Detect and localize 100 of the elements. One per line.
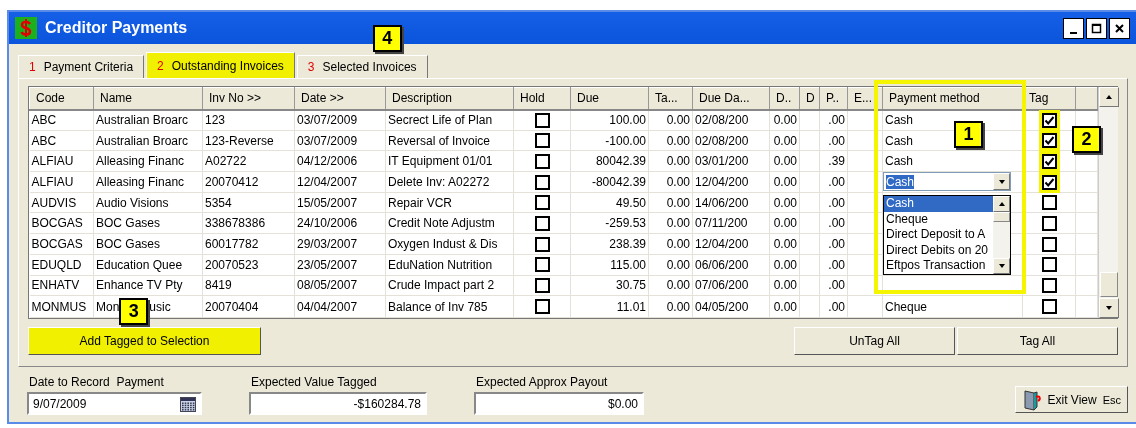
checkbox[interactable] [534, 195, 550, 211]
checkbox[interactable] [534, 257, 550, 273]
amount-field[interactable]: $0.00 [474, 392, 644, 415]
calendar-icon[interactable] [180, 395, 196, 412]
checkbox[interactable] [1041, 278, 1057, 293]
column-header[interactable]: Ta... [648, 87, 693, 110]
checkbox[interactable] [1041, 236, 1057, 252]
scroll-thumb[interactable] [993, 212, 1010, 223]
date-cell: 24/10/2006 [297, 216, 358, 231]
due-date-cell: 04/05/200 [695, 299, 749, 314]
amount-field[interactable]: -$160284.78 [249, 392, 427, 415]
code-cell: AUDVIS [31, 195, 77, 210]
due-cell: -80042.39 [591, 174, 646, 189]
close-button[interactable] [1109, 17, 1130, 39]
invoice-number-cell: 20070523 [205, 257, 259, 272]
column-header[interactable]: Due [570, 87, 649, 110]
checkbox[interactable] [1041, 299, 1057, 315]
tab[interactable]: 1 Payment Criteria [18, 55, 145, 78]
checkbox[interactable] [1041, 174, 1057, 190]
checkbox[interactable] [1041, 195, 1057, 211]
due-date-cell: 02/08/200 [695, 113, 749, 128]
column-header[interactable]: Payment method [882, 87, 1023, 110]
column-header[interactable]: Hold [513, 87, 571, 110]
column-header[interactable]: D [799, 87, 820, 110]
due-cell: 30.75 [615, 278, 646, 293]
dropdown-button[interactable] [993, 173, 1010, 191]
due-date-cell: 07/06/200 [695, 278, 749, 293]
amount-cell: 0.00 [773, 195, 797, 210]
tab[interactable]: 2 Outstanding Invoices [146, 52, 295, 78]
amount-cell: .00 [828, 133, 845, 148]
payment-method-cell: Cash [885, 154, 913, 169]
checkbox[interactable] [1041, 215, 1057, 231]
invoice-number-cell: 60017782 [205, 236, 259, 251]
minimize-button[interactable] [1063, 17, 1084, 39]
dropdown-option[interactable]: Cheque [884, 211, 993, 228]
due-date-cell: 12/04/200 [695, 236, 749, 251]
add-tagged-button[interactable]: Add Tagged to Selection [28, 327, 261, 355]
checkbox[interactable] [1041, 133, 1057, 149]
column-header[interactable]: P.. [819, 87, 848, 110]
exit-view-button[interactable]: Exit View Esc [1014, 386, 1128, 413]
invoice-number-cell: 338678386 [205, 216, 266, 231]
due-cell: 49.50 [615, 195, 646, 210]
tag-all-button[interactable]: Tag All [957, 327, 1118, 355]
checkbox[interactable] [534, 236, 550, 252]
amount-cell: .00 [828, 257, 845, 272]
checkbox[interactable] [534, 299, 550, 315]
code-cell: ALFIAU [31, 154, 74, 169]
column-header[interactable]: Name [93, 87, 203, 110]
scrollbar[interactable] [993, 196, 1010, 275]
payment-method-cell: Cash [885, 133, 913, 148]
due-date-cell: 06/06/200 [695, 257, 749, 272]
checkbox[interactable] [534, 153, 550, 169]
amount-cell: 0.00 [773, 174, 797, 189]
amount-cell: 0.00 [666, 174, 690, 189]
checkbox[interactable] [1041, 153, 1057, 169]
due-cell: -259.53 [605, 216, 646, 231]
column-header[interactable]: Due Da... [692, 87, 770, 110]
field-label: Expected Value Tagged [250, 375, 378, 389]
due-date-cell: 07/11/200 [695, 216, 748, 231]
date-cell: 04/04/2007 [297, 299, 358, 314]
date-field[interactable]: 9/07/2009 [27, 392, 202, 415]
checkbox[interactable] [1041, 112, 1057, 128]
name-cell: Enhance TV Pty [96, 278, 183, 293]
name-cell: BOC Gases [96, 216, 161, 231]
dropdown-option[interactable]: Direct Debits on 20 [884, 242, 993, 259]
untag-all-button[interactable]: UnTag All [794, 327, 955, 355]
name-cell: Alleasing Financ [96, 154, 185, 169]
amount-cell: .00 [828, 174, 845, 189]
field-value: $0.00 [607, 396, 638, 411]
scrollbar[interactable] [1098, 87, 1118, 318]
description-cell: Crude Impact part 2 [388, 278, 495, 293]
dropdown-option[interactable]: Direct Deposit to A [884, 227, 993, 243]
column-header[interactable]: Inv No >> [202, 87, 295, 110]
scroll-up-button[interactable] [993, 196, 1010, 213]
maximize-button[interactable] [1086, 17, 1107, 39]
checkbox[interactable] [534, 278, 550, 293]
column-header[interactable]: Date >> [294, 87, 386, 110]
scroll-up-button[interactable] [1099, 87, 1119, 107]
column-header[interactable]: Description [385, 87, 514, 110]
checkbox[interactable] [534, 133, 550, 149]
checkbox[interactable] [534, 174, 550, 190]
checkbox[interactable] [534, 112, 550, 128]
name-cell: Australian Broarc [96, 113, 189, 128]
scroll-down-button[interactable] [1099, 298, 1119, 318]
column-header[interactable]: D.. [769, 87, 800, 110]
name-cell: BOC Gases [96, 236, 161, 251]
column-header[interactable]: Code [29, 87, 94, 110]
tab[interactable]: 3 Selected Invoices [296, 55, 428, 78]
dropdown-option[interactable]: Cash [884, 196, 993, 212]
scroll-down-button[interactable] [993, 258, 1010, 275]
name-cell: Audio Visions [96, 195, 169, 210]
code-cell: ABC [31, 133, 57, 148]
callout-badge: 1 [954, 121, 983, 148]
checkbox[interactable] [1041, 257, 1057, 273]
scroll-thumb[interactable] [1100, 272, 1118, 297]
checkbox[interactable] [534, 215, 550, 231]
amount-cell: .00 [828, 113, 845, 128]
payment-method-dropdown[interactable]: Cash [883, 172, 1011, 192]
callout-badge: 3 [119, 297, 149, 325]
dropdown-option[interactable]: Eftpos Transaction [884, 258, 993, 275]
